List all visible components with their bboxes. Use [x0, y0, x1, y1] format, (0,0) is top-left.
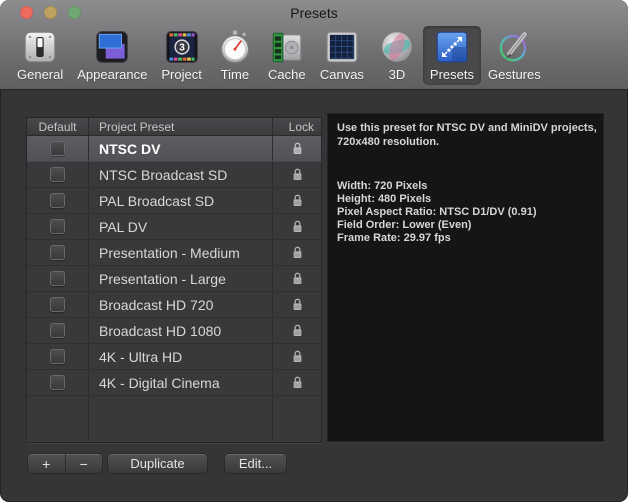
- table-row-broadcast-hd-1080[interactable]: Broadcast HD 1080: [27, 318, 321, 344]
- toolbar-item-presets[interactable]: Presets: [422, 26, 481, 85]
- table-row-broadcast-hd-720[interactable]: Broadcast HD 720: [27, 292, 321, 318]
- toolbar-label: 3D: [388, 67, 406, 82]
- preset-name: Broadcast HD 720: [99, 296, 214, 313]
- table-row-ntsc-dv[interactable]: NTSC DV: [27, 136, 321, 162]
- default-checkbox[interactable]: [50, 323, 65, 338]
- general-icon: [24, 31, 56, 63]
- preset-name: Presentation - Large: [99, 270, 226, 287]
- preset-name: PAL DV: [99, 218, 148, 235]
- property-pixel-aspect-ratio: Pixel Aspect Ratio: NTSC D1/DV (0.91): [337, 206, 537, 218]
- presets-icon: [436, 31, 468, 63]
- default-checkbox[interactable]: [50, 349, 65, 364]
- default-checkbox[interactable]: [50, 271, 65, 286]
- lock-icon: [293, 220, 301, 232]
- toolbar-item-canvas[interactable]: Canvas: [313, 26, 371, 85]
- preset-table-body: NTSC DV NTSC Broadcast SD PAL Broadcast …: [27, 136, 321, 442]
- window-title: Presets: [290, 5, 338, 21]
- table-row-4k-digital-cinema[interactable]: 4K - Digital Cinema: [27, 370, 321, 396]
- lock-icon: [293, 350, 301, 362]
- canvas-icon: [326, 31, 358, 63]
- lock-icon: [293, 246, 301, 258]
- property-frame-rate: Frame Rate: 29.97 fps: [337, 232, 451, 244]
- toolbar-label: General: [17, 67, 64, 82]
- toolbar-label: Canvas: [319, 67, 364, 82]
- column-header-lock: Lock: [288, 119, 314, 134]
- edit-button[interactable]: Edit...: [224, 453, 287, 474]
- preset-name: NTSC Broadcast SD: [99, 166, 228, 183]
- default-checkbox[interactable]: [50, 193, 65, 208]
- toolbar-item-gestures[interactable]: Gestures: [481, 26, 548, 85]
- lock-icon: [293, 272, 301, 284]
- gestures-icon: [500, 32, 528, 62]
- lock-icon: [293, 376, 301, 388]
- toolbar-label: Project: [161, 67, 202, 82]
- preset-name: PAL Broadcast SD: [99, 192, 215, 209]
- cache-icon: [272, 32, 302, 63]
- preset-properties: Width: 720 Pixels Height: 480 Pixels Pix…: [337, 180, 594, 245]
- toolbar-label: Presets: [429, 67, 474, 82]
- column-header-project-preset: Project Preset: [89, 118, 273, 135]
- default-checkbox[interactable]: [50, 219, 65, 234]
- default-checkbox[interactable]: [50, 297, 65, 312]
- lock-icon: [293, 142, 301, 154]
- property-field-order: Field Order: Lower (Even): [337, 219, 472, 231]
- preset-name: 4K - Digital Cinema: [99, 374, 220, 391]
- appearance-icon: [96, 31, 129, 63]
- table-row-ntsc-broadcast-sd[interactable]: NTSC Broadcast SD: [27, 162, 321, 188]
- lock-icon: [293, 168, 301, 180]
- preset-table-header: Default Project Preset Lock: [27, 118, 321, 136]
- duplicate-button[interactable]: Duplicate: [107, 453, 208, 474]
- preset-table: Default Project Preset Lock NTSC DV NTSC…: [26, 117, 322, 443]
- lock-icon: [293, 298, 301, 310]
- toolbar-label: Time: [220, 67, 250, 82]
- lock-icon: [293, 194, 301, 206]
- lock-icon: [293, 324, 301, 336]
- toolbar-label: Appearance: [77, 67, 148, 82]
- column-header-default: Default: [27, 118, 89, 135]
- property-width: Width: 720 Pixels: [337, 180, 428, 192]
- preset-name: NTSC DV: [99, 140, 161, 157]
- table-row-4k-ultra-hd[interactable]: 4K - Ultra HD: [27, 344, 321, 370]
- default-checkbox[interactable]: [50, 167, 65, 182]
- toolbar-item-time[interactable]: Time: [209, 26, 261, 85]
- preferences-toolbar: General Appearance 3 Project Time Cache …: [10, 26, 548, 88]
- svg-text:3: 3: [179, 43, 185, 54]
- toolbar-item-appearance[interactable]: Appearance: [70, 26, 154, 85]
- preset-description: Use this preset for NTSC DV and MiniDV p…: [337, 122, 597, 148]
- remove-preset-button[interactable]: −: [66, 454, 103, 473]
- project-icon: 3: [165, 31, 198, 63]
- time-icon: [220, 30, 250, 64]
- preset-name: Presentation - Medium: [99, 244, 240, 261]
- presets-preferences-window: Presets General Appearance 3 Project Tim…: [0, 0, 628, 502]
- toolbar-item-project[interactable]: 3 Project: [154, 26, 208, 85]
- table-row-pal-broadcast-sd[interactable]: PAL Broadcast SD: [27, 188, 321, 214]
- default-checkbox[interactable]: [50, 245, 65, 260]
- window-chrome: Presets General Appearance 3 Project Tim…: [0, 0, 628, 90]
- preset-detail-panel: Use this preset for NTSC DV and MiniDV p…: [327, 113, 604, 442]
- toolbar-label: Cache: [268, 67, 306, 82]
- add-remove-segment: + −: [27, 453, 103, 474]
- preset-name: Broadcast HD 1080: [99, 322, 222, 339]
- table-row-presentation-medium[interactable]: Presentation - Medium: [27, 240, 321, 266]
- toolbar-label: Gestures: [488, 67, 541, 82]
- default-checkbox[interactable]: [50, 141, 65, 156]
- default-checkbox[interactable]: [50, 375, 65, 390]
- table-row-presentation-large[interactable]: Presentation - Large: [27, 266, 321, 292]
- table-empty-area: [27, 396, 321, 442]
- toolbar-item-general[interactable]: General: [10, 26, 70, 85]
- 3d-icon: [382, 32, 412, 62]
- toolbar-item-cache[interactable]: Cache: [261, 26, 313, 85]
- add-preset-button[interactable]: +: [28, 454, 66, 473]
- titlebar[interactable]: Presets: [0, 0, 628, 26]
- toolbar-item-3d[interactable]: 3D: [371, 26, 423, 85]
- preset-name: 4K - Ultra HD: [99, 348, 183, 365]
- table-row-pal-dv[interactable]: PAL DV: [27, 214, 321, 240]
- property-height: Height: 480 Pixels: [337, 193, 432, 205]
